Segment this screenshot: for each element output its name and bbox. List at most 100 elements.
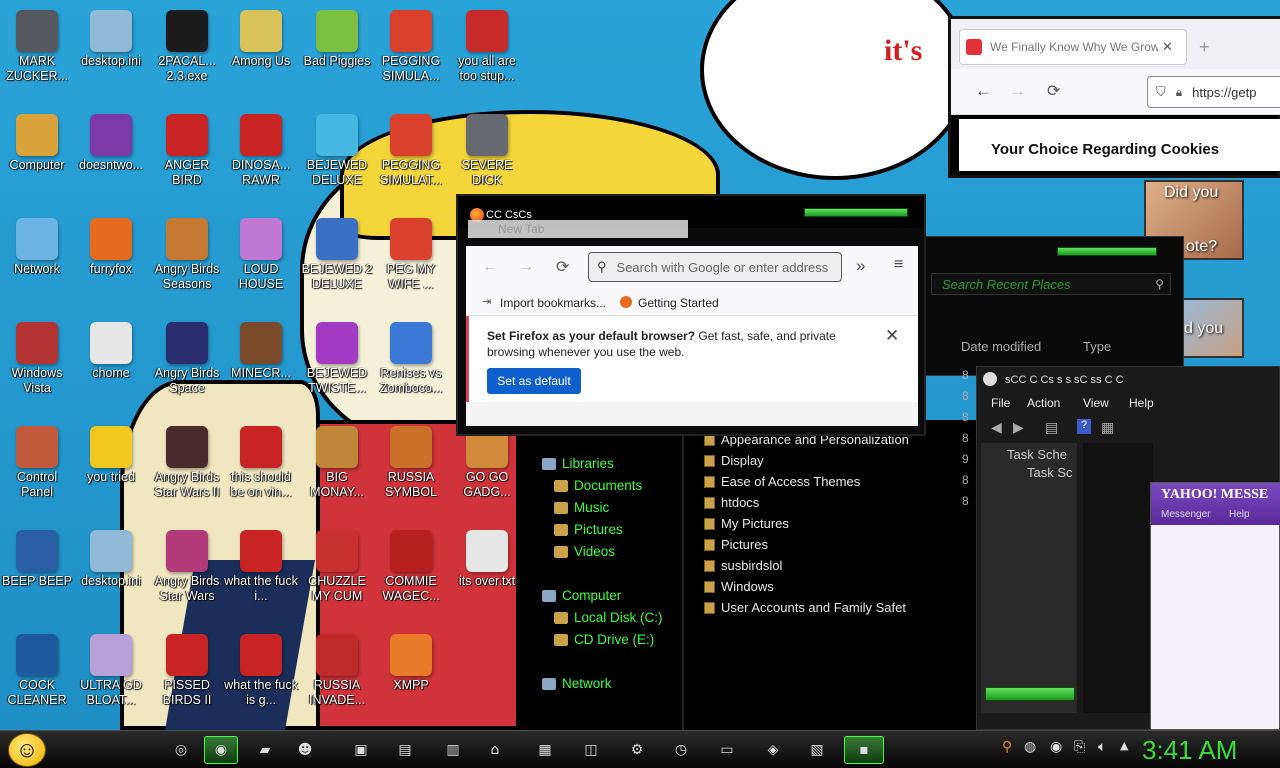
desktop-icon[interactable]: MARK ZUCKER... <box>0 6 76 106</box>
globe-tray-icon[interactable]: ◍ <box>1024 739 1036 755</box>
image-icon[interactable]: ▧ <box>800 736 834 764</box>
menu-item-help[interactable]: Help <box>1129 396 1154 410</box>
archive-icon[interactable]: ▥ <box>436 736 470 764</box>
file-list-item[interactable]: Pictures <box>704 537 768 552</box>
back-arrow-icon[interactable]: ← <box>482 258 498 276</box>
window-controls[interactable] <box>804 208 908 217</box>
desktop-icon[interactable]: PEGGING SIMULAT... <box>372 110 450 210</box>
gear-icon[interactable]: ⚙ <box>620 736 654 764</box>
desktop-icon[interactable]: RUSSIA INVADE... <box>298 630 376 730</box>
tree-item[interactable]: Documents <box>554 478 642 493</box>
explorer-window[interactable]: Libraries Documents Music Pictures Videos Com… <box>520 368 980 730</box>
file-list-item[interactable]: User Accounts and Family Safet <box>704 600 906 615</box>
desktop-icon[interactable]: COMMIE WAGEC... <box>372 526 450 626</box>
help-icon[interactable]: ? <box>1077 419 1091 434</box>
desktop-icon[interactable]: CHUZZLE MY CUM <box>298 526 376 626</box>
desktop-icon[interactable]: Renises vs Zomboco... <box>372 318 450 418</box>
desktop-icon[interactable]: what the fuck is g... <box>222 630 300 730</box>
desktop-icon[interactable]: its over.txt <box>448 526 526 626</box>
task-scheduler-icon[interactable]: ▪ <box>844 736 884 764</box>
menu-item-view[interactable]: View <box>1083 396 1109 410</box>
desktop-icon[interactable]: you tried <box>72 422 150 522</box>
desktop-icon[interactable]: Angry Birds Star Wars <box>148 526 226 626</box>
yahoo-messenger-icon[interactable]: ☻ <box>288 736 322 764</box>
desktop-icon[interactable]: PEG MY WIFE ... <box>372 214 450 314</box>
new-tab-icon[interactable]: + <box>1199 37 1210 58</box>
desktop-icon[interactable]: ANGER BIRD <box>148 110 226 210</box>
desktop-icon[interactable]: ULTRA GD BLOAT... <box>72 630 150 730</box>
forward-arrow-icon[interactable]: ▶ <box>1013 419 1024 436</box>
game-icon[interactable]: ◈ <box>756 736 790 764</box>
tree-item[interactable]: Computer <box>542 588 621 603</box>
forward-arrow-icon[interactable]: → <box>518 258 534 276</box>
folder-icon[interactable]: ▰ <box>248 736 282 764</box>
close-icon[interactable]: ✕ <box>1162 39 1173 55</box>
desktop-icon[interactable]: Angry Birds Seasons <box>148 214 226 314</box>
firefox-icon[interactable]: ◉ <box>204 736 238 764</box>
yahoo-menu-messenger[interactable]: Messenger <box>1161 509 1210 520</box>
desktop-icon[interactable]: 2PACAL... 2.3.exe <box>148 6 226 106</box>
disc-tray-icon[interactable]: ◉ <box>1050 739 1062 755</box>
desktop-icon[interactable]: BEJEWED DELUXE <box>298 110 376 210</box>
computer-icon[interactable]: ▦ <box>528 736 562 764</box>
desktop-icon[interactable]: COCK CLEANER <box>0 630 76 730</box>
desktop-icon[interactable]: LOUD HOUSE <box>222 214 300 314</box>
network-icon[interactable]: ⌂ <box>478 736 512 764</box>
import-bookmarks-link[interactable]: Import bookmarks... <box>500 296 606 310</box>
start-button[interactable]: ☺ <box>8 733 46 767</box>
desktop-icon[interactable]: doesntwo... <box>72 110 150 210</box>
desktop-icon[interactable]: GO GO GADG... <box>448 422 526 522</box>
desktop-icon[interactable]: Windows Vista <box>0 318 76 418</box>
desktop-icon[interactable]: chome <box>72 318 150 418</box>
file-list-item[interactable]: Windows <box>704 579 774 594</box>
tree-item[interactable]: Local Disk (C:) <box>554 610 663 625</box>
tree-item-task-scheduler-library[interactable]: Task Sc <box>1027 465 1073 480</box>
desktop-icon[interactable]: you all are too stup... <box>448 6 526 106</box>
forward-arrow-icon[interactable]: → <box>1009 81 1026 101</box>
desktop-icon[interactable]: BEJEWED 2 DELUXE <box>298 214 376 314</box>
clock-icon[interactable]: ◷ <box>664 736 698 764</box>
volume-tray-icon[interactable]: 🔈︎ <box>1098 739 1106 755</box>
network-tray-icon[interactable]: ⎘ <box>1074 739 1085 755</box>
desktop-icon[interactable]: RUSSIA SYMBOL <box>372 422 450 522</box>
desktop-icon[interactable]: what the fuck i... <box>222 526 300 626</box>
firefox-window[interactable]: CC CsCs New Tab ← → ⟳ ⚲ Search with Goog… <box>456 194 926 436</box>
terminal-icon[interactable]: ▣ <box>344 736 378 764</box>
desktop-icon[interactable]: MINECR... <box>222 318 300 418</box>
desktop-icon[interactable]: furryfox <box>72 214 150 314</box>
desktop-icon[interactable]: this should be on vin... <box>222 422 300 522</box>
properties-icon[interactable]: ▦ <box>1101 419 1114 436</box>
tree-item[interactable]: Network <box>542 676 612 691</box>
desktop-icon[interactable]: BEJEWED TWISTE... <box>298 318 376 418</box>
firefox-tab[interactable]: New Tab <box>468 220 688 238</box>
desktop-icon[interactable]: DINOSA... RAWR <box>222 110 300 210</box>
tree-item[interactable]: Videos <box>554 544 615 559</box>
getting-started-link[interactable]: Getting Started <box>638 296 719 310</box>
recent-places-search[interactable]: Search Recent Places ⚲ <box>931 273 1171 295</box>
set-as-default-button[interactable]: Set as default <box>487 368 581 394</box>
browser-window-right[interactable]: We Finally Know Why We Grow ✕ + ← → ⟳ ⛉ … <box>948 16 1280 178</box>
overflow-chevron-icon[interactable]: » <box>856 256 865 276</box>
desktop-icon[interactable]: Network <box>0 214 76 314</box>
desktop-icon[interactable]: Angry Birds Space <box>148 318 226 418</box>
yahoo-messenger-window[interactable]: YAHOO! MESSE Messenger Help <box>1150 482 1280 730</box>
file-list-item[interactable]: susbirdslol <box>704 558 782 573</box>
file-list-item[interactable]: Display <box>704 453 764 468</box>
back-arrow-icon[interactable]: ← <box>975 81 992 101</box>
menu-item-action[interactable]: Action <box>1027 396 1060 410</box>
column-date-modified[interactable]: Date modified <box>961 339 1041 354</box>
reload-icon[interactable]: ⟳ <box>556 257 569 277</box>
desktop-icon[interactable]: Computer <box>0 110 76 210</box>
menu-item-file[interactable]: File <box>991 396 1010 410</box>
back-arrow-icon[interactable]: ◀ <box>991 419 1002 436</box>
desktop-icon[interactable]: PISSED BIRDS II <box>148 630 226 730</box>
chrome-icon[interactable]: ◎ <box>164 736 198 764</box>
desktop-icon[interactable]: desktop.ini <box>72 6 150 106</box>
search-tray-icon[interactable]: ⚲ <box>1002 739 1012 755</box>
yahoo-menu-help[interactable]: Help <box>1229 509 1250 520</box>
tree-item[interactable]: CD Drive (E:) <box>554 632 654 647</box>
tree-item[interactable]: Music <box>554 500 609 515</box>
drive-icon[interactable]: ◫ <box>574 736 608 764</box>
file-list-item[interactable]: htdocs <box>704 495 759 510</box>
reload-icon[interactable]: ⟳ <box>1047 81 1060 101</box>
